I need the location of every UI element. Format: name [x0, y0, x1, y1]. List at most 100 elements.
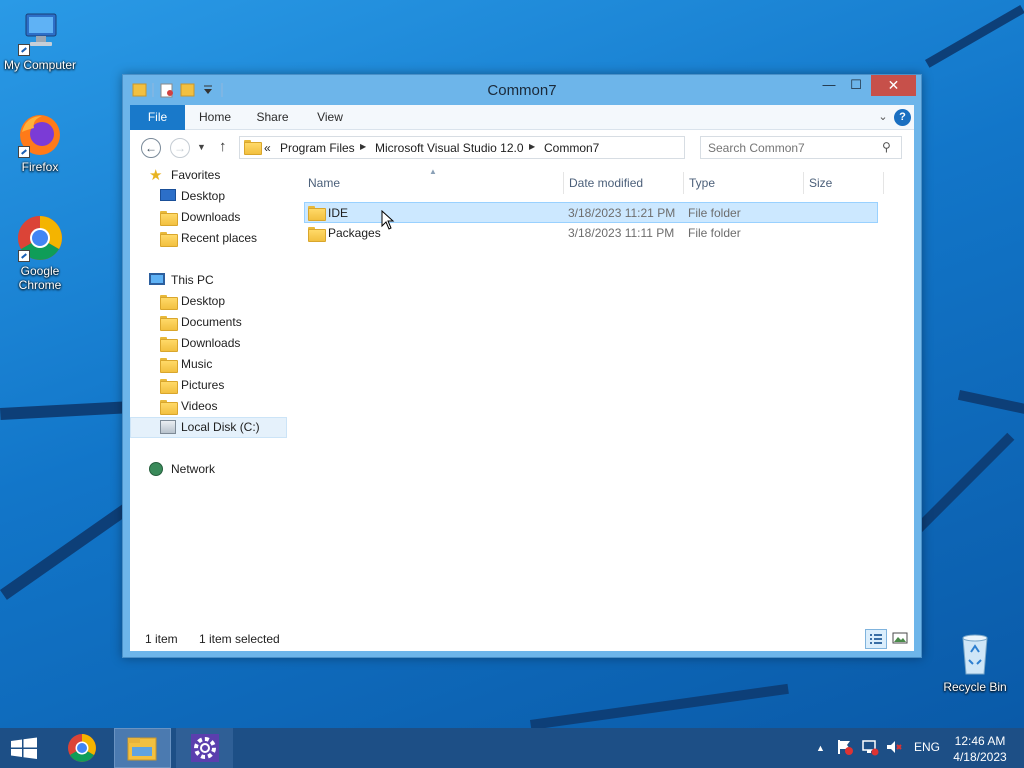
- nav-network[interactable]: Network: [130, 459, 287, 480]
- network-icon: [149, 462, 163, 476]
- back-button[interactable]: ←: [141, 138, 161, 158]
- star-icon: ★: [149, 167, 163, 184]
- search-input[interactable]: [701, 137, 881, 158]
- nav-this-pc-desktop[interactable]: Desktop: [130, 291, 287, 312]
- clock-date[interactable]: 4/18/2023: [950, 750, 1010, 764]
- nav-this-pc-downloads[interactable]: Downloads: [130, 333, 287, 354]
- nav-this-pc[interactable]: This PC: [130, 270, 287, 291]
- column-header-size[interactable]: Size: [809, 172, 879, 194]
- pictures-folder-icon: [160, 379, 178, 394]
- chrome-icon: [16, 214, 64, 262]
- nav-videos[interactable]: Videos: [130, 396, 287, 417]
- nav-favorites[interactable]: ★ Favorites: [130, 165, 287, 186]
- windows-logo-icon: [11, 737, 37, 759]
- tab-home[interactable]: Home: [190, 105, 240, 130]
- nav-local-disk[interactable]: Local Disk (C:): [130, 417, 287, 438]
- nav-pictures[interactable]: Pictures: [130, 375, 287, 396]
- wallpaper-stripe: [530, 683, 789, 728]
- folder-icon: [244, 140, 262, 156]
- breadcrumb-separator-icon[interactable]: ▶: [360, 142, 366, 151]
- breadcrumb-separator-icon[interactable]: ▶: [529, 142, 535, 151]
- details-view-icon: [870, 634, 882, 644]
- nav-music[interactable]: Music: [130, 354, 287, 375]
- explorer-window[interactable]: Common7 — ☐ ✕ File Home Share View ⌄ ? ←…: [122, 74, 922, 658]
- videos-folder-icon: [160, 400, 178, 415]
- minimize-button[interactable]: —: [816, 75, 842, 96]
- file-type: File folder: [688, 206, 741, 220]
- nav-favorites-downloads[interactable]: Downloads: [130, 207, 287, 228]
- pane-splitter[interactable]: [295, 165, 303, 625]
- column-header-type[interactable]: Type: [689, 172, 799, 194]
- breadcrumb-visual-studio[interactable]: Microsoft Visual Studio 12.0: [375, 141, 524, 155]
- desktop-icon-label: My Computer: [3, 58, 77, 72]
- nav-label: This PC: [171, 273, 214, 287]
- tab-view[interactable]: View: [305, 105, 355, 130]
- column-divider[interactable]: [803, 172, 804, 194]
- file-explorer-icon: [127, 737, 157, 761]
- nav-label: Local Disk (C:): [181, 420, 260, 434]
- search-icon[interactable]: ⚲: [882, 140, 891, 154]
- nav-recent-places[interactable]: Recent places: [130, 228, 287, 249]
- taskbar-file-explorer-button[interactable]: [114, 728, 171, 768]
- input-language-indicator[interactable]: ENG: [914, 740, 940, 754]
- navigation-pane: ★ Favorites Desktop Downloads Recent pla…: [130, 165, 295, 625]
- file-date-modified: 3/18/2023 11:11 PM: [568, 226, 675, 240]
- nav-favorites-desktop[interactable]: Desktop: [130, 186, 287, 207]
- desktop-icon-firefox[interactable]: Firefox: [0, 110, 80, 174]
- breadcrumb-program-files[interactable]: Program Files: [280, 141, 355, 155]
- nav-label: Network: [171, 462, 216, 476]
- details-view-button[interactable]: [865, 629, 887, 649]
- expand-ribbon-chevron-icon[interactable]: ⌄: [876, 110, 890, 124]
- nav-documents[interactable]: Documents: [130, 312, 287, 333]
- desktop-icon-google-chrome[interactable]: Google Chrome: [0, 214, 80, 292]
- desktop-icon-recycle-bin[interactable]: Recycle Bin: [935, 630, 1015, 694]
- column-header-name[interactable]: Name: [308, 172, 558, 194]
- tab-file[interactable]: File: [130, 105, 185, 130]
- status-selection: 1 item selected: [199, 632, 280, 646]
- recent-places-icon: [160, 232, 178, 247]
- window-title: Common7: [487, 82, 557, 99]
- file-name: IDE: [328, 206, 349, 220]
- recent-locations-chevron-icon[interactable]: ▼: [197, 142, 206, 152]
- title-bar[interactable]: Common7 — ☐ ✕: [123, 75, 921, 105]
- taskbar-settings-button[interactable]: [176, 728, 233, 768]
- large-icons-view-button[interactable]: [890, 629, 912, 649]
- start-button[interactable]: [0, 728, 48, 768]
- gear-icon: [191, 734, 219, 762]
- column-divider[interactable]: [683, 172, 684, 194]
- column-header-date-modified[interactable]: Date modified: [569, 172, 679, 194]
- tab-share[interactable]: Share: [245, 105, 300, 130]
- desktop-icon-my-computer[interactable]: My Computer: [0, 8, 80, 72]
- computer-icon: [16, 8, 64, 56]
- desktop-folder-icon: [160, 295, 178, 310]
- help-icon[interactable]: ?: [894, 109, 911, 126]
- firefox-icon: [16, 110, 64, 158]
- file-type: File folder: [688, 226, 741, 240]
- address-bar[interactable]: « Program Files ▶ Microsoft Visual Studi…: [239, 136, 788, 159]
- desktop-icon: [160, 189, 176, 201]
- breadcrumb-common7[interactable]: Common7: [544, 141, 599, 155]
- maximize-button[interactable]: ☐: [843, 75, 869, 96]
- status-bar: 1 item 1 item selected: [130, 627, 914, 651]
- volume-muted-icon[interactable]: [885, 738, 903, 759]
- taskbar-chrome-button[interactable]: [54, 728, 110, 768]
- wallpaper-stripe: [925, 5, 1024, 68]
- network-status-icon[interactable]: [861, 738, 879, 759]
- forward-button[interactable]: →: [170, 138, 190, 158]
- clock-time[interactable]: 12:46 AM: [950, 734, 1010, 748]
- wallpaper-stripe: [957, 390, 1024, 425]
- close-button[interactable]: ✕: [871, 75, 916, 96]
- downloads-folder-icon: [160, 211, 178, 226]
- nav-label: Desktop: [181, 294, 226, 308]
- folder-icon: [308, 227, 326, 242]
- action-center-flag-icon[interactable]: [836, 738, 854, 759]
- music-folder-icon: [160, 358, 178, 373]
- breadcrumb-overflow[interactable]: «: [264, 141, 271, 155]
- up-button[interactable]: ↑: [219, 138, 227, 155]
- search-box[interactable]: ⚲: [700, 136, 902, 159]
- column-divider[interactable]: [883, 172, 884, 194]
- show-hidden-icons-icon[interactable]: ▲: [816, 743, 825, 753]
- mouse-cursor-icon: [381, 210, 395, 230]
- column-divider[interactable]: [563, 172, 564, 194]
- file-list[interactable]: ▲ Name Date modified Type Size IDE 3/18/…: [303, 165, 914, 625]
